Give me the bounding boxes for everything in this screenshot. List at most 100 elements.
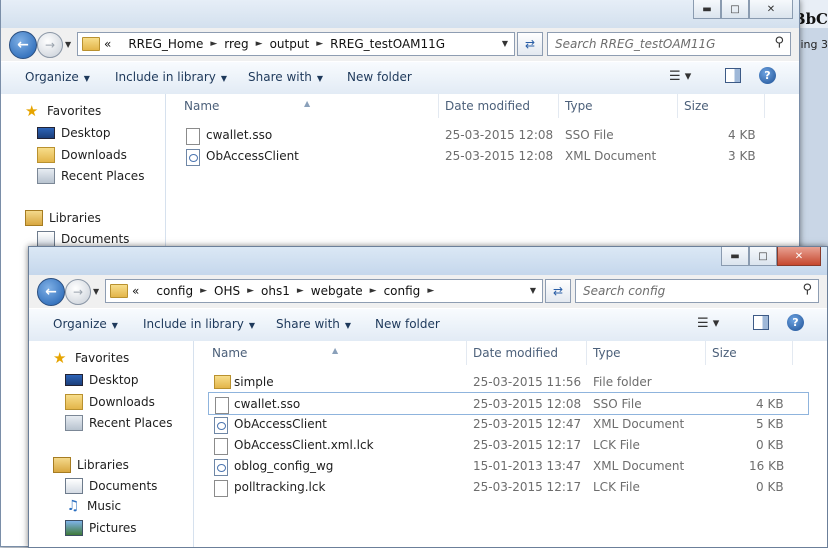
- nav-libraries[interactable]: Libraries: [53, 457, 129, 473]
- file-row[interactable]: simple 25-03-2015 11:56 File folder: [208, 371, 809, 392]
- address-bar[interactable]: « config ► OHS ► ohs1 ► webgate ► config…: [105, 279, 543, 303]
- minimize-button[interactable]: ▬: [721, 247, 749, 266]
- column-size[interactable]: Size: [712, 346, 737, 360]
- address-dropdown-icon[interactable]: ▼: [530, 286, 536, 295]
- nav-music[interactable]: ♫Music: [65, 499, 121, 513]
- recent-pages-dropdown[interactable]: ▼: [93, 287, 99, 296]
- include-in-library-menu[interactable]: Include in library▼: [115, 70, 227, 84]
- column-type[interactable]: Type: [565, 99, 593, 113]
- search-icon[interactable]: ⚲: [802, 282, 812, 297]
- chevron-right-icon[interactable]: ►: [210, 39, 217, 49]
- column-date-modified[interactable]: Date modified: [473, 346, 558, 360]
- breadcrumb-ohs[interactable]: OHS: [214, 284, 240, 298]
- refresh-button[interactable]: ⇄: [545, 279, 571, 303]
- nav-recent-places[interactable]: Recent Places: [65, 415, 172, 431]
- breadcrumb-rreg-testoam11g[interactable]: RREG_testOAM11G: [330, 37, 445, 51]
- file-size: 16 KB: [749, 459, 784, 473]
- address-dropdown-icon[interactable]: ▼: [502, 39, 508, 48]
- include-in-library-menu[interactable]: Include in library▼: [143, 317, 255, 331]
- breadcrumb-output[interactable]: output: [270, 37, 310, 51]
- chevron-right-icon[interactable]: ►: [427, 286, 434, 296]
- file-type: SSO File: [593, 397, 642, 411]
- address-bar[interactable]: « RREG_Home ► rreg ► output ► RREG_testO…: [77, 32, 515, 56]
- preview-pane-icon[interactable]: [753, 315, 769, 330]
- organize-menu[interactable]: Organize▼: [25, 70, 90, 84]
- search-input[interactable]: Search RREG_testOAM11G ⚲: [547, 32, 791, 56]
- breadcrumb-config-current[interactable]: config: [384, 284, 421, 298]
- folder-icon: [82, 37, 100, 51]
- breadcrumb-ohs1[interactable]: ohs1: [261, 284, 290, 298]
- file-row-selected[interactable]: cwallet.sso 25-03-2015 12:08 SSO File 4 …: [208, 392, 809, 415]
- column-type[interactable]: Type: [593, 346, 621, 360]
- change-view-icon[interactable]: ☰ ▾: [697, 316, 719, 331]
- nav-recent-places[interactable]: Recent Places: [37, 168, 144, 184]
- nav-libraries[interactable]: Libraries: [25, 210, 101, 226]
- downloads-icon: [37, 147, 55, 163]
- help-icon[interactable]: ?: [759, 67, 776, 84]
- file-row[interactable]: ObAccessClient 25-03-2015 12:08 XML Docu…: [180, 145, 781, 166]
- help-icon[interactable]: ?: [787, 314, 804, 331]
- share-with-menu[interactable]: Share with▼: [276, 317, 351, 331]
- file-row[interactable]: oblog_config_wg 15-01-2013 13:47 XML Doc…: [208, 455, 809, 476]
- breadcrumb-overflow[interactable]: «: [132, 284, 139, 298]
- search-icon[interactable]: ⚲: [774, 35, 784, 50]
- close-button[interactable]: ✕: [777, 247, 821, 266]
- preview-pane-icon[interactable]: [725, 68, 741, 83]
- file-row[interactable]: polltracking.lck 25-03-2015 12:17 LCK Fi…: [208, 476, 809, 497]
- breadcrumb-config[interactable]: config: [156, 284, 193, 298]
- file-row[interactable]: ObAccessClient 25-03-2015 12:47 XML Docu…: [208, 413, 809, 434]
- nav-pictures[interactable]: Pictures: [65, 520, 137, 536]
- nav-desktop[interactable]: Desktop: [37, 126, 111, 140]
- change-view-icon[interactable]: ☰ ▾: [669, 69, 691, 84]
- minimize-button[interactable]: ▬: [693, 0, 721, 19]
- arrow-right-icon: →: [45, 38, 55, 52]
- maximize-button[interactable]: □: [749, 247, 777, 266]
- chevron-right-icon[interactable]: ►: [370, 286, 377, 296]
- chevron-right-icon[interactable]: ►: [297, 286, 304, 296]
- nav-favorites[interactable]: ★Favorites: [25, 104, 101, 118]
- breadcrumb-rreg-home[interactable]: RREG_Home: [128, 37, 203, 51]
- chevron-right-icon[interactable]: ►: [247, 286, 254, 296]
- forward-button[interactable]: →: [37, 32, 63, 58]
- title-bar[interactable]: ▬ □ ✕: [29, 247, 827, 275]
- chevron-right-icon[interactable]: ►: [256, 39, 263, 49]
- title-bar[interactable]: ▬ □ ✕: [1, 0, 799, 28]
- breadcrumb-webgate[interactable]: webgate: [311, 284, 363, 298]
- explorer-window-front[interactable]: ▬ □ ✕ ← → ▼ « config ► OHS ► ohs1 ► webg…: [28, 246, 828, 548]
- star-icon: ★: [53, 351, 69, 365]
- file-date: 25-03-2015 12:08: [473, 397, 581, 411]
- column-name[interactable]: Name: [184, 99, 219, 113]
- maximize-button[interactable]: □: [721, 0, 749, 19]
- nav-downloads[interactable]: Downloads: [37, 147, 127, 163]
- nav-favorites[interactable]: ★Favorites: [53, 351, 129, 365]
- breadcrumb-overflow[interactable]: «: [104, 37, 111, 51]
- file-list: Name ▲ Date modified Type Size simple 25…: [194, 341, 827, 547]
- recent-pages-dropdown[interactable]: ▼: [65, 40, 71, 49]
- new-folder-button[interactable]: New folder: [375, 317, 440, 331]
- chevron-right-icon[interactable]: ►: [200, 286, 207, 296]
- star-icon: ★: [25, 104, 41, 118]
- file-icon: [214, 438, 228, 455]
- refresh-button[interactable]: ⇄: [517, 32, 543, 56]
- close-button[interactable]: ✕: [749, 0, 793, 19]
- search-input[interactable]: Search config ⚲: [575, 279, 819, 303]
- chevron-right-icon[interactable]: ►: [316, 39, 323, 49]
- share-with-menu[interactable]: Share with▼: [248, 70, 323, 84]
- back-button[interactable]: ←: [37, 278, 65, 306]
- breadcrumb-rreg[interactable]: rreg: [224, 37, 248, 51]
- back-button[interactable]: ←: [9, 31, 37, 59]
- forward-button[interactable]: →: [65, 279, 91, 305]
- new-folder-button[interactable]: New folder: [347, 70, 412, 84]
- column-date-modified[interactable]: Date modified: [445, 99, 530, 113]
- file-name: cwallet.sso: [206, 128, 272, 142]
- organize-menu[interactable]: Organize▼: [53, 317, 118, 331]
- column-name[interactable]: Name: [212, 346, 247, 360]
- nav-desktop[interactable]: Desktop: [65, 373, 139, 387]
- nav-documents[interactable]: Documents: [65, 478, 157, 494]
- file-row[interactable]: cwallet.sso 25-03-2015 12:08 SSO File 4 …: [180, 124, 781, 145]
- file-row[interactable]: ObAccessClient.xml.lck 25-03-2015 12:17 …: [208, 434, 809, 455]
- column-size[interactable]: Size: [684, 99, 709, 113]
- nav-documents[interactable]: Documents: [37, 231, 129, 247]
- nav-downloads[interactable]: Downloads: [65, 394, 155, 410]
- documents-icon: [37, 231, 55, 247]
